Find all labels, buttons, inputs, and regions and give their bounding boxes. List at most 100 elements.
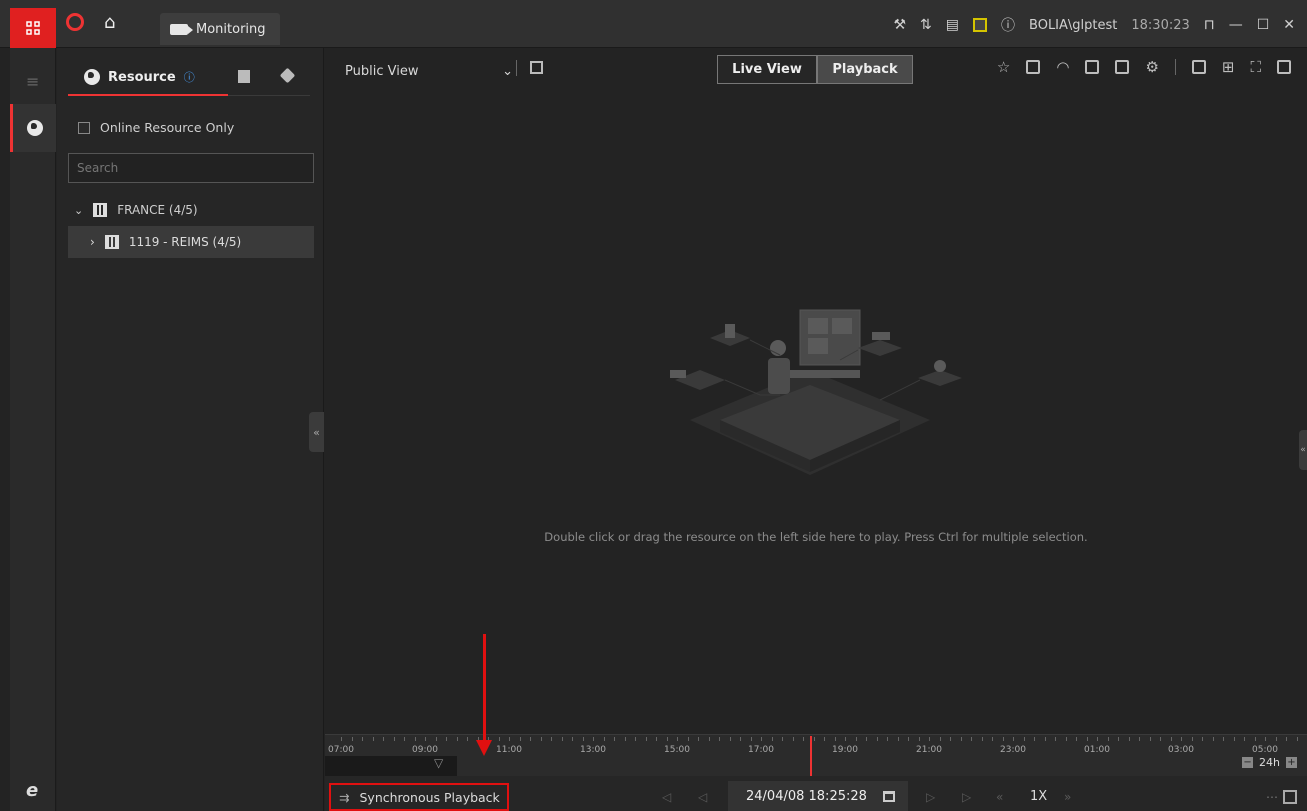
zoom-out-icon[interactable]: − <box>1242 757 1254 768</box>
app-logo-icon <box>66 13 84 31</box>
timeline-tick <box>1107 737 1109 741</box>
timeline-tick <box>614 737 615 741</box>
user-name[interactable]: BOLIA\glptest <box>1029 18 1117 33</box>
timeline-tick <box>624 737 626 741</box>
brand-e-icon[interactable]: e <box>26 780 38 801</box>
more-icon[interactable]: ⋯ <box>1266 790 1278 804</box>
ptz-icon[interactable]: ◠ <box>1056 58 1069 76</box>
calendar-icon[interactable]: ▤ <box>946 17 959 33</box>
playback-datetime[interactable]: 24/04/08 18:25:28 <box>728 781 908 811</box>
timeline-tick <box>1160 737 1161 741</box>
timeline-tick <box>950 737 951 741</box>
online-only-checkbox[interactable]: Online Resource Only <box>78 120 234 135</box>
lock-icon[interactable]: ⊓ <box>1204 17 1215 33</box>
collapse-right-button[interactable]: « <box>1299 430 1307 470</box>
home-icon[interactable]: ⌂ <box>104 12 115 33</box>
wrench-icon[interactable]: ⚒ <box>893 17 906 33</box>
timeline-tick <box>666 737 668 741</box>
export-icon[interactable] <box>1026 60 1041 74</box>
synchronous-playback-button[interactable]: ⇉ Synchronous Playback <box>329 783 509 811</box>
info-icon[interactable]: ⓘ <box>184 69 195 85</box>
view-select[interactable]: Public View ⌄ <box>345 60 521 82</box>
datetime-value: 24/04/08 18:25:28 <box>746 788 867 804</box>
timeline-tick <box>1275 737 1277 741</box>
calendar-icon[interactable] <box>882 790 895 802</box>
rewind-icon[interactable]: ◁ <box>698 790 707 804</box>
timeline-tick <box>1265 737 1266 741</box>
zoom-in-icon[interactable]: + <box>1286 757 1297 768</box>
globe-icon <box>26 120 43 136</box>
annotation-arrow-head <box>476 740 492 756</box>
play-icon[interactable]: ▷ <box>926 790 935 804</box>
close-icon[interactable]: ✕ <box>1283 17 1295 33</box>
timeline-tick <box>866 737 867 741</box>
view-tab-icon[interactable] <box>238 70 250 83</box>
timeline-tick <box>1149 737 1151 741</box>
fullscreen-icon[interactable]: ⛶ <box>1250 58 1261 76</box>
checkbox-box[interactable] <box>78 121 90 134</box>
camera-icon <box>170 23 193 35</box>
speed-up-icon[interactable]: » <box>1064 790 1071 804</box>
timeline-tick <box>1254 737 1256 741</box>
filter-icon[interactable]: ▽ <box>434 756 443 770</box>
rail-item-resources[interactable] <box>10 104 56 152</box>
timeline-tick <box>1013 737 1014 741</box>
star-icon[interactable]: ☆ <box>997 58 1010 76</box>
menu-icon[interactable]: ≡ <box>26 72 39 91</box>
tree-node-reims[interactable]: › 1119 - REIMS (4/5) <box>68 226 314 258</box>
timeline-tick <box>603 737 605 741</box>
search-input[interactable] <box>68 153 314 183</box>
timeline-tick <box>992 737 993 741</box>
select-icon[interactable] <box>1115 60 1130 74</box>
timeline-zoom: − 24h + <box>1242 756 1297 769</box>
tree-node-france[interactable]: ⌄ FRANCE (4/5) <box>74 200 198 220</box>
timeline-tick <box>593 737 594 741</box>
chevron-right-icon[interactable]: › <box>90 235 95 249</box>
layout-grid-icon[interactable]: ⊞ <box>1222 58 1235 76</box>
live-view-button[interactable]: Live View <box>717 55 817 84</box>
divider <box>1174 59 1176 75</box>
playback-button[interactable]: Playback <box>817 55 913 84</box>
sync-icon: ⇉ <box>339 789 350 805</box>
playback-speed[interactable]: 1X <box>1030 789 1047 804</box>
timeline-tick <box>540 737 542 741</box>
fit-window-icon[interactable] <box>1283 790 1297 804</box>
divider <box>516 60 517 76</box>
tab-resource-label: Resource <box>108 69 176 85</box>
popout-icon[interactable] <box>1277 60 1291 74</box>
next-frame-icon[interactable]: ▷ <box>962 790 971 804</box>
alarm-icon[interactable] <box>973 18 988 32</box>
collapse-panel-button[interactable]: « <box>309 412 324 452</box>
timeline-label: 23:00 <box>1000 745 1026 755</box>
transfer-icon[interactable]: ⇅ <box>920 17 932 33</box>
maximize-icon[interactable]: ☐ <box>1257 17 1270 33</box>
timeline-tick <box>1244 737 1245 741</box>
annotation-arrow <box>483 634 486 742</box>
settings-icon[interactable]: ⚙ <box>1145 58 1158 76</box>
timeline-tick <box>960 737 962 741</box>
timeline-tick <box>782 737 783 741</box>
window-icon[interactable] <box>1085 60 1100 74</box>
timeline-tick <box>1286 737 1287 741</box>
tree-node-label: 1119 - REIMS (4/5) <box>128 235 242 249</box>
timeline-tick <box>1044 737 1046 741</box>
app-grid-icon[interactable] <box>10 8 56 48</box>
tab-monitoring[interactable]: Monitoring <box>160 13 280 45</box>
minimize-icon[interactable]: — <box>1229 17 1243 33</box>
help-icon[interactable]: ⓘ <box>1001 15 1015 35</box>
prev-frame-icon[interactable]: ◁ <box>662 790 671 804</box>
save-icon[interactable] <box>530 61 543 74</box>
timeline-tick <box>467 737 468 741</box>
camera-window-icon[interactable] <box>1191 60 1206 74</box>
chevron-down-icon[interactable]: ⌄ <box>74 204 83 217</box>
slow-down-icon[interactable]: « <box>996 790 1003 804</box>
chevron-down-icon: ⌄ <box>502 63 513 79</box>
timeline-cursor[interactable] <box>810 736 812 778</box>
timeline-label: 03:00 <box>1168 745 1194 755</box>
timeline-tick <box>1202 737 1203 741</box>
timeline[interactable]: 07:00 09:00 11:00 13:00 15:00 17:00 19:00 21:00… <box>325 734 1307 776</box>
timeline-tick <box>803 737 804 741</box>
tab-resource[interactable]: Resource ⓘ <box>68 60 228 96</box>
timeline-tick <box>1139 737 1140 741</box>
timeline-tick <box>656 737 657 741</box>
